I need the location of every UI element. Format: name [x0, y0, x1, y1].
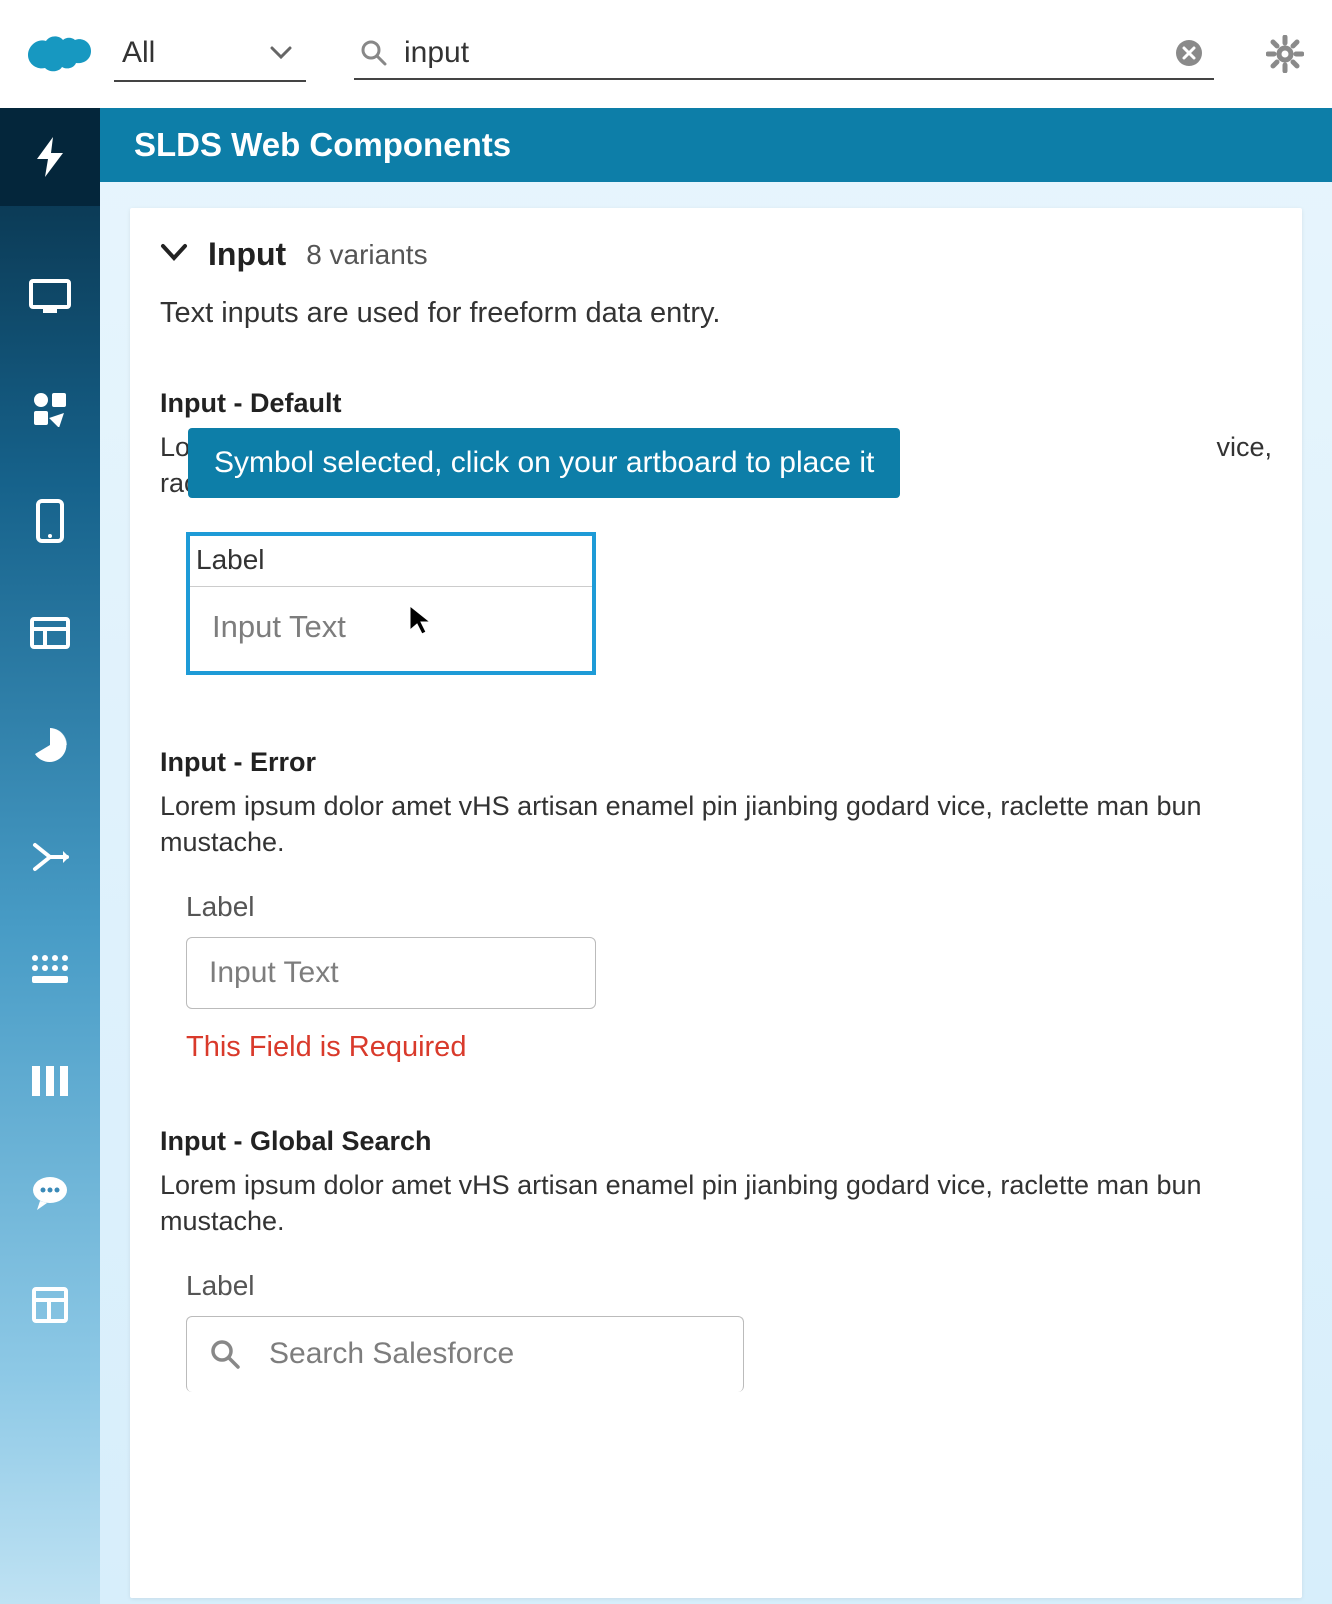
chat-icon: [30, 1175, 70, 1211]
chevron-down-icon: [270, 46, 292, 60]
page-title: SLDS Web Components: [134, 126, 511, 163]
sidebar-item-desktop[interactable]: [23, 270, 77, 324]
variant-title: Input - Default: [160, 388, 1272, 419]
variant-desc-fragment: vice,: [1216, 429, 1272, 465]
component-header: Input 8 variants: [160, 236, 1272, 273]
search-icon: [209, 1338, 241, 1370]
placement-tooltip: Symbol selected, click on your artboard …: [188, 428, 900, 498]
search-field[interactable]: [354, 28, 1214, 80]
variant-title: Input - Error: [160, 747, 1272, 778]
variant-global-search: Input - Global Search Lorem ipsum dolor …: [160, 1126, 1272, 1392]
input-label: Label: [186, 891, 1272, 923]
close-circle-icon: [1174, 38, 1204, 68]
variant-example: Label Search Salesforce: [186, 1270, 1272, 1392]
search-input-field[interactable]: Search Salesforce: [186, 1316, 744, 1392]
filter-dropdown[interactable]: All: [114, 26, 306, 82]
sidebar: [0, 108, 100, 1604]
variant-example: Label Input Text: [160, 532, 1272, 675]
variant-desc-fragment: Lo: [160, 432, 190, 462]
gear-icon: [1266, 35, 1304, 73]
page-title-bar: SLDS Web Components: [100, 108, 1332, 182]
sidebar-item-grid[interactable]: [23, 942, 77, 996]
sidebar-item-columns[interactable]: [23, 1054, 77, 1108]
input-symbol-selected[interactable]: Label Input Text: [186, 532, 596, 675]
search-icon: [360, 39, 388, 67]
sidebar-item-lightning[interactable]: [0, 108, 100, 206]
sidebar-item-chat[interactable]: [23, 1166, 77, 1220]
error-message: This Field is Required: [186, 1031, 1272, 1064]
variant-description: Lorem ipsum dolor amet vHS artisan ename…: [160, 788, 1272, 861]
sidebar-item-integration[interactable]: [23, 830, 77, 884]
component-description: Text inputs are used for freeform data e…: [160, 297, 1272, 330]
variant-title: Input - Global Search: [160, 1126, 1272, 1157]
variant-count: 8 variants: [306, 239, 427, 271]
variant-default: Input - Default Lo rem ipsum dolor amet …: [160, 388, 1272, 675]
input-placeholder: Input Text: [190, 587, 592, 671]
sidebar-item-mobile[interactable]: [23, 494, 77, 548]
layout-icon: [30, 617, 70, 649]
collapse-toggle[interactable]: [160, 243, 188, 266]
variant-example: Label Input Text This Field is Required: [186, 891, 1272, 1064]
input-field[interactable]: Input Text: [186, 937, 596, 1009]
component-title: Input: [208, 236, 286, 273]
sidebar-item-template[interactable]: [23, 1278, 77, 1332]
template-icon: [32, 1287, 68, 1323]
phone-icon: [36, 499, 64, 543]
settings-button[interactable]: [1266, 35, 1304, 73]
variant-error: Input - Error Lorem ipsum dolor amet vHS…: [160, 747, 1272, 1064]
content-area: SLDS Web Components Input 8 variants Tex…: [100, 108, 1332, 1604]
sidebar-item-chart[interactable]: [23, 718, 77, 772]
four-shapes-icon: [32, 391, 68, 427]
component-panel: Input 8 variants Text inputs are used fo…: [130, 208, 1302, 1598]
arrows-split-icon: [29, 839, 71, 875]
pie-chart-icon: [31, 726, 69, 764]
top-bar: All: [0, 0, 1332, 108]
variant-description: Lorem ipsum dolor amet vHS artisan ename…: [160, 1167, 1272, 1240]
sidebar-item-layout[interactable]: [23, 606, 77, 660]
input-label: Label: [190, 536, 592, 587]
lightning-icon: [33, 135, 67, 179]
input-placeholder: Input Text: [209, 956, 339, 990]
dots-grid-icon: [31, 954, 69, 984]
columns-icon: [30, 1064, 70, 1098]
input-placeholder: Search Salesforce: [269, 1337, 514, 1371]
sidebar-item-apps[interactable]: [23, 382, 77, 436]
chevron-down-icon: [160, 243, 188, 261]
clear-search-button[interactable]: [1174, 38, 1204, 68]
filter-label: All: [122, 36, 155, 70]
search-input[interactable]: [404, 36, 1148, 70]
monitor-icon: [29, 279, 71, 315]
input-label: Label: [186, 1270, 1272, 1302]
salesforce-logo: [28, 31, 94, 77]
